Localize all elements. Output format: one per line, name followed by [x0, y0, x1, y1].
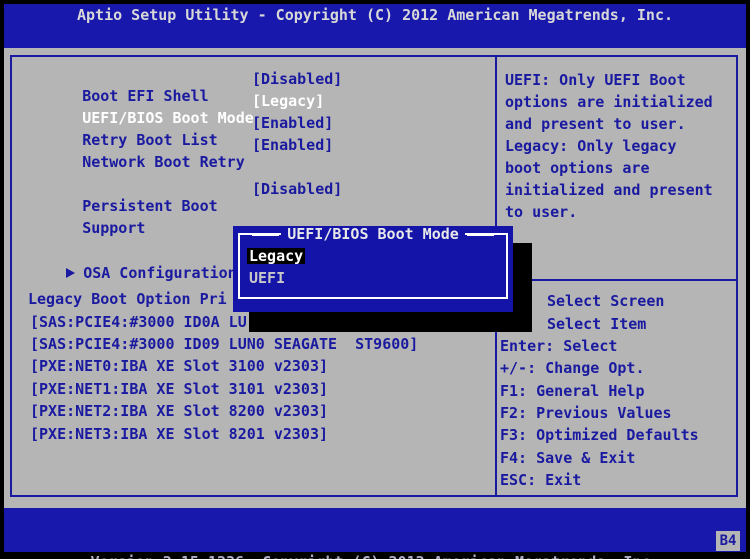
- setting-row-uefi-bios-boot-mode[interactable]: UEFI/BIOS Boot Mode [Legacy]: [28, 92, 468, 127]
- help-text-line: boot options are: [505, 159, 650, 177]
- setting-label: Support: [82, 219, 146, 237]
- setting-value: [Disabled]: [252, 70, 343, 88]
- help-text-line: to user.: [505, 203, 578, 221]
- key-help-select-item: Select Item: [547, 315, 647, 333]
- window-title: Aptio Setup Utility - Copyright (C) 2012…: [4, 4, 746, 26]
- status-badge: B4: [716, 531, 740, 551]
- menu-bar: Main Advanced IO Boot Exit: [4, 26, 746, 156]
- boot-list-entry[interactable]: [PXE:NET3:IBA XE Slot 8201 v2303]: [30, 426, 328, 443]
- key-help-select-screen: Select Screen: [547, 292, 665, 310]
- popup-title: UEFI/BIOS Boot Mode: [281, 226, 465, 242]
- key-help-change-opt: +/-: Change Opt.: [500, 359, 645, 377]
- help-text-line: Legacy: Only legacy: [505, 137, 677, 155]
- setting-row-persistent-boot[interactable]: Persistent Boot [Disabled]: [28, 180, 468, 215]
- popup-title-dash-left: [252, 232, 280, 236]
- boot-list-entry[interactable]: [SAS:PCIE4:#3000 ID0A LU: [30, 314, 247, 331]
- help-text-line: initialized and present: [505, 181, 713, 199]
- key-help-f3: F3: Optimized Defaults: [500, 426, 699, 444]
- footer-bar: Version 2.15.1236. Copyright (C) 2012 Am…: [4, 508, 746, 559]
- bios-setup-screen: Aptio Setup Utility - Copyright (C) 2012…: [0, 0, 750, 559]
- boot-list-entry[interactable]: [PXE:NET1:IBA XE Slot 3101 v2303]: [30, 381, 328, 398]
- submenu-arrow-icon: [66, 268, 76, 278]
- setting-label: Network Boot Retry: [82, 153, 245, 171]
- key-help-f4: F4: Save & Exit: [500, 449, 636, 467]
- help-text-line: options are initialized: [505, 93, 713, 111]
- help-text-line: and present to user.: [505, 115, 686, 133]
- help-text-line: UEFI: Only UEFI Boot: [505, 71, 686, 89]
- boot-list-entry[interactable]: [PXE:NET2:IBA XE Slot 8200 v2303]: [30, 403, 328, 420]
- setting-row-persistent-boot-cont: Support: [28, 203, 468, 237]
- setting-value: [Enabled]: [252, 114, 334, 132]
- legacy-boot-option-header: Legacy Boot Option Pri: [28, 290, 227, 308]
- submenu-item-osa-configuration[interactable]: OSA Configuration: [12, 248, 237, 282]
- setting-row-retry-boot-list[interactable]: Retry Boot List [Enabled]: [28, 114, 468, 149]
- submenu-label: OSA Configuration: [83, 264, 237, 282]
- key-help-esc: ESC: Exit: [500, 471, 582, 489]
- popup-title-row: UEFI/BIOS Boot Mode: [233, 226, 513, 242]
- setting-row-network-boot-retry[interactable]: Network Boot Retry [Enabled]: [28, 136, 468, 171]
- boot-list-entry[interactable]: [SAS:PCIE4:#3000 ID09 LUN0 SEAGATE ST960…: [30, 336, 418, 353]
- popup-option-legacy[interactable]: Legacy: [247, 248, 306, 264]
- boot-list-entry[interactable]: [PXE:NET0:IBA XE Slot 3100 v2303]: [30, 358, 328, 375]
- boot-mode-popup: UEFI/BIOS Boot Mode Legacy UEFI: [233, 226, 513, 312]
- key-help-enter: Enter: Select: [500, 337, 618, 355]
- key-help-f1: F1: General Help: [500, 382, 645, 400]
- setting-value: [Disabled]: [252, 180, 343, 198]
- key-help-f2: F2: Previous Values: [500, 404, 672, 422]
- setting-value: [Enabled]: [252, 136, 334, 154]
- setting-value: [Legacy]: [252, 92, 325, 110]
- setting-row-boot-efi-shell[interactable]: Boot EFI Shell [Disabled]: [28, 70, 468, 105]
- popup-option-uefi[interactable]: UEFI: [249, 270, 285, 286]
- footer-version: Version 2.15.1236. Copyright (C) 2012 Am…: [4, 544, 746, 559]
- popup-title-dash-right: [466, 232, 494, 236]
